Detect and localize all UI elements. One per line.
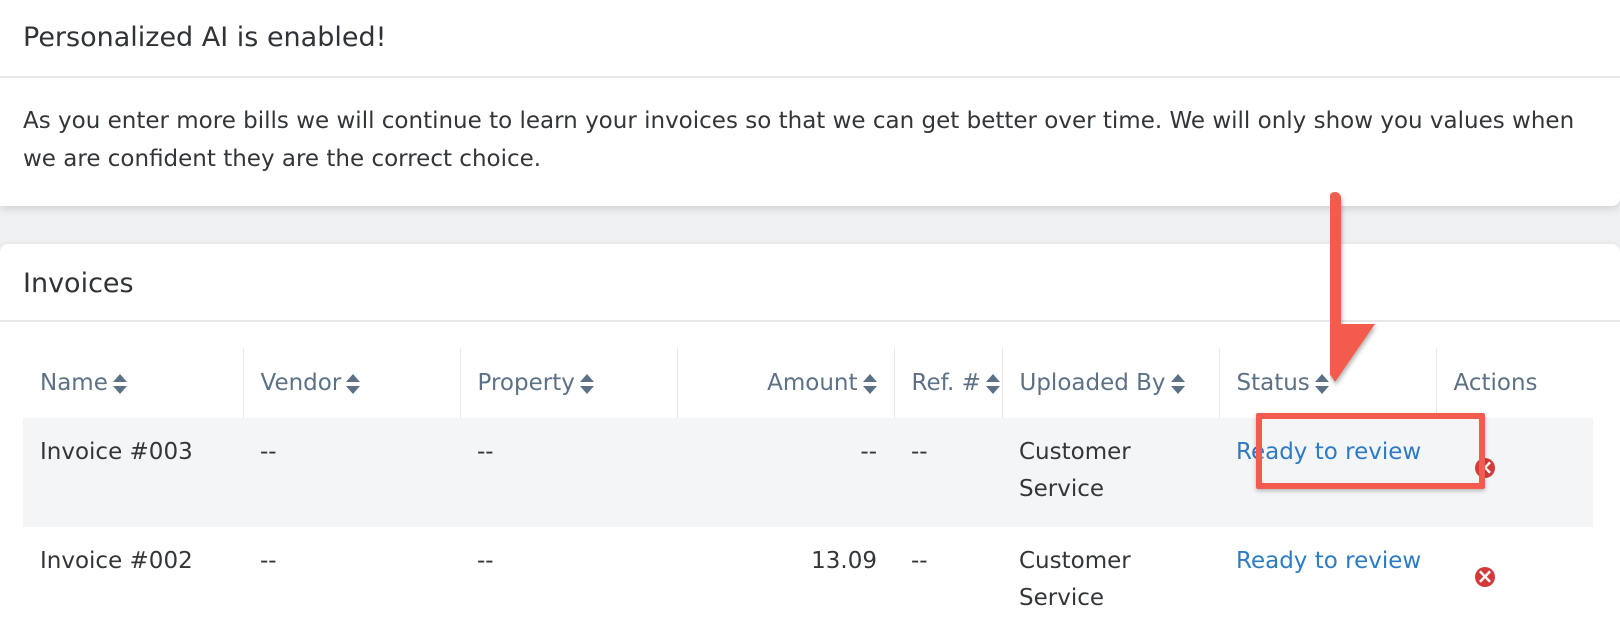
cell-amount: 13.09 [677,527,894,634]
annotation-arrow-icon [1330,192,1375,382]
sort-icon[interactable] [862,373,877,395]
status-link[interactable]: Ready to review [1236,548,1421,574]
cell-uploaded-by: Customer Service [1002,527,1219,634]
cell-actions [1436,527,1593,634]
ai-notice-body-line2: we are confident they are the correct ch… [23,146,542,172]
sort-icon[interactable] [346,373,361,395]
column-header-name[interactable]: Name [23,348,244,418]
uploaded-by-line2: Service [1019,476,1105,502]
remove-circle-icon[interactable] [1475,564,1495,588]
cell-property: -- [460,527,677,634]
sort-icon[interactable] [112,373,127,395]
cell-vendor: -- [243,418,460,527]
column-header-label: Vendor [260,370,342,396]
column-header-actions: Actions [1436,348,1593,418]
ai-notice-card: Personalized AI is enabled! As you enter… [0,0,1620,206]
cell-amount: -- [677,418,894,527]
cell-property: -- [460,418,677,527]
annotation-highlight-box [1256,413,1485,489]
ai-notice-body-line1: As you enter more bills we will continue… [23,108,1575,134]
cell-uploaded-by: Customer Service [1002,418,1219,527]
cell-status: Ready to review [1219,527,1436,634]
column-header-property[interactable]: Property [460,348,678,418]
uploaded-by-line2: Service [1019,585,1105,611]
cell-ref: -- [894,527,1002,634]
sort-icon[interactable] [579,373,594,395]
column-header-label: Actions [1453,370,1538,396]
sort-icon[interactable] [1170,373,1185,395]
cell-ref: -- [894,418,1002,527]
cell-vendor: -- [243,527,460,634]
page: Personalized AI is enabled! As you enter… [0,0,1620,634]
cell-name: Invoice #003 [23,418,243,527]
column-header-label: Property [477,370,575,396]
sort-icon[interactable] [1314,373,1329,395]
column-header-label: Ref. # [911,370,981,396]
cell-name: Invoice #002 [23,527,243,634]
uploaded-by-line1: Customer [1019,439,1131,465]
column-header-label: Amount [767,370,858,396]
column-header-label: Name [40,370,108,396]
column-header-label: Status [1236,370,1310,396]
sort-icon[interactable] [985,373,1000,395]
table-row[interactable]: Invoice #002 -- -- 13.09 -- Customer Ser… [23,527,1593,634]
column-header-label: Uploaded By [1019,370,1166,396]
uploaded-by-line1: Customer [1019,548,1131,574]
column-header-ref[interactable]: Ref. # [894,348,1003,418]
ai-notice-body: As you enter more bills we will continue… [0,78,1620,178]
ai-notice-title: Personalized AI is enabled! [0,0,1620,78]
column-header-uploaded-by[interactable]: Uploaded By [1002,348,1220,418]
column-header-vendor[interactable]: Vendor [243,348,461,418]
column-header-amount[interactable]: Amount [677,348,895,418]
